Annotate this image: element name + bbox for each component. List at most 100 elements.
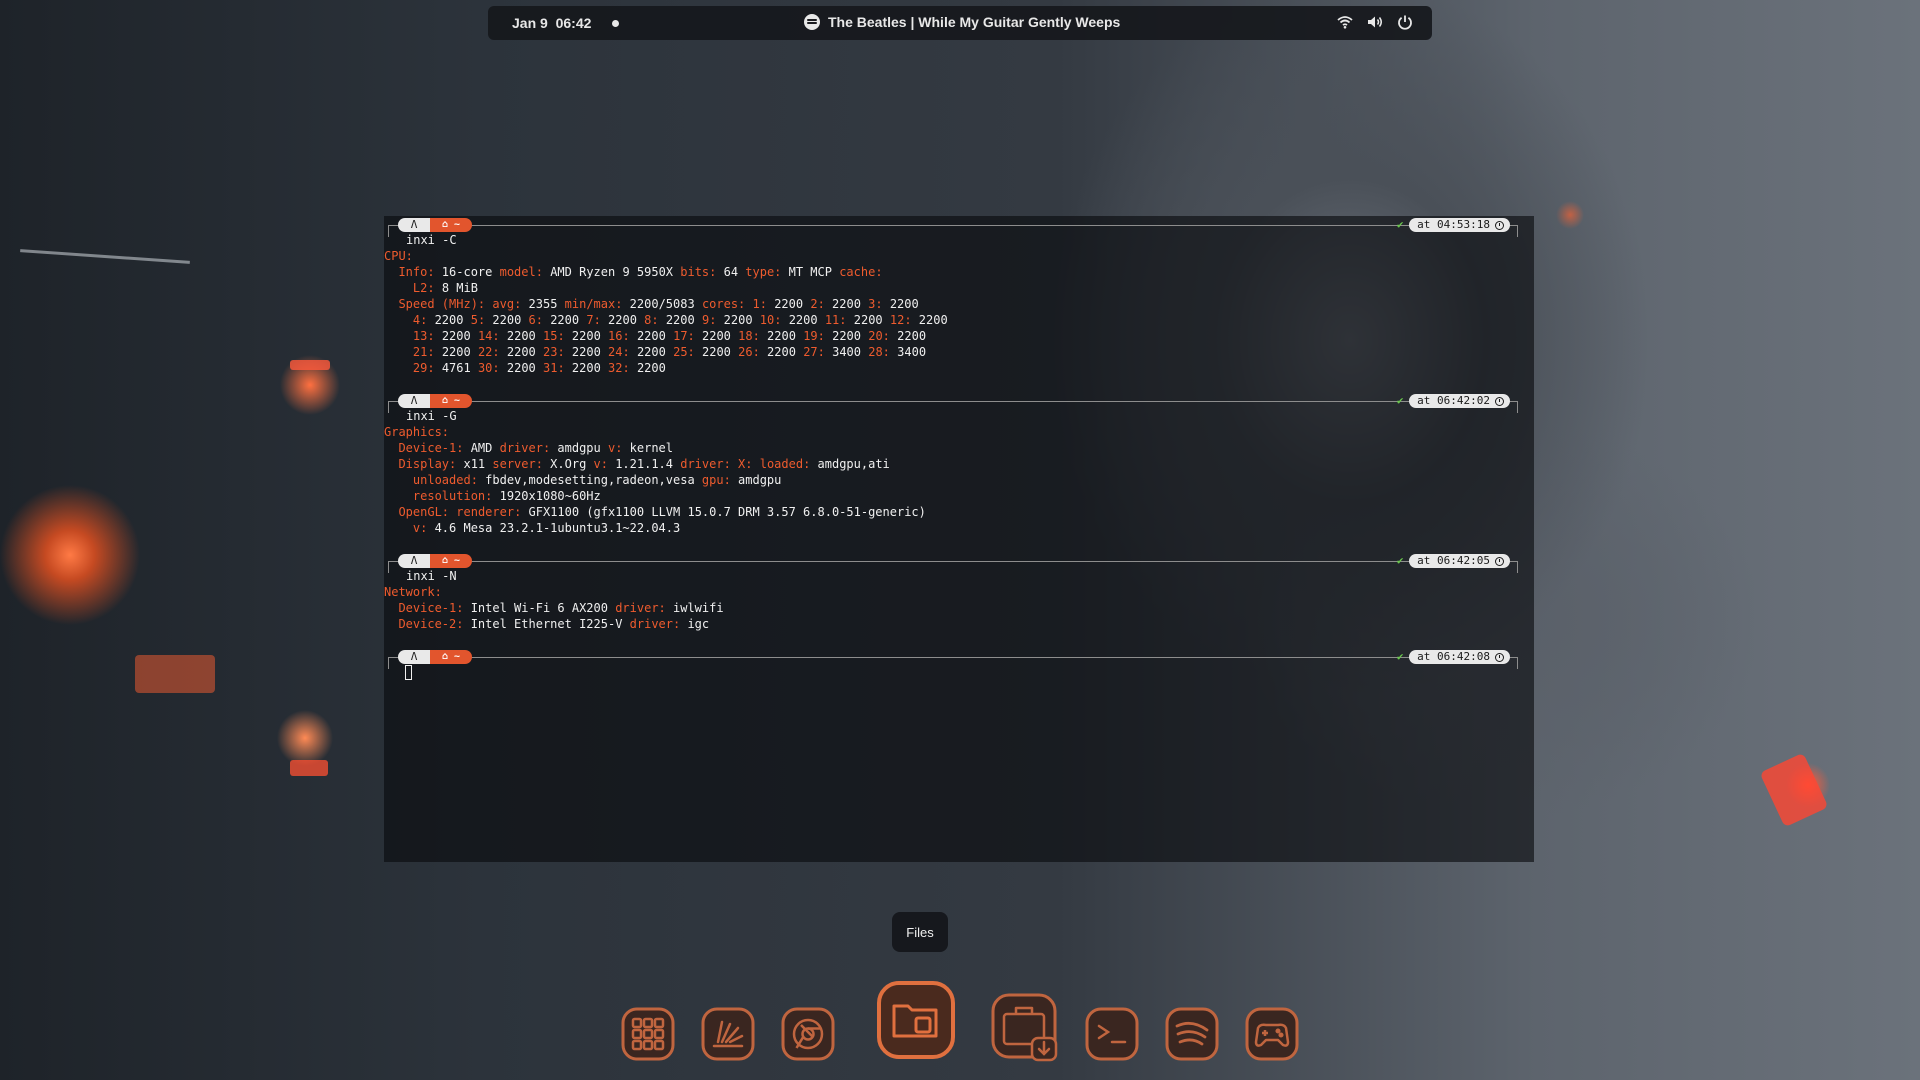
output-value: X.Org bbox=[542, 457, 594, 471]
command-time: at 06:42:05 bbox=[1409, 554, 1510, 568]
output-value: x11 bbox=[456, 457, 493, 471]
output-line: Device-1: AMD driver: amdgpu v: kernel bbox=[384, 440, 926, 456]
output-line: v: 4.6 Mesa 23.2.1-1ubuntu3.1~22.04.3 bbox=[384, 520, 926, 536]
output-value: 2200 bbox=[759, 329, 804, 343]
output-value bbox=[384, 441, 398, 455]
output-value bbox=[731, 457, 738, 471]
command-block: Λ ⌂ ~ ✔ at 06:42:08 bbox=[384, 648, 1534, 708]
prompt-dir: ~ bbox=[454, 651, 461, 662]
output-key: v: bbox=[607, 441, 623, 455]
home-icon: ⌂ ~ bbox=[430, 218, 472, 232]
volume-icon[interactable] bbox=[1366, 13, 1384, 31]
clock-icon bbox=[1495, 556, 1504, 566]
linux-icon: Λ bbox=[398, 554, 430, 568]
power-icon[interactable] bbox=[1396, 13, 1414, 31]
wifi-icon[interactable] bbox=[1336, 13, 1354, 31]
output-value: 16-core bbox=[434, 265, 500, 279]
status-segment: ✔ at 04:53:18 bbox=[1391, 218, 1510, 232]
output-key: server: bbox=[492, 457, 543, 471]
output-line: Info: 16-core model: AMD Ryzen 9 5950X b… bbox=[384, 264, 948, 280]
clock-icon bbox=[1495, 396, 1504, 406]
output-key: Display: bbox=[398, 457, 457, 471]
output-key: 19: bbox=[803, 329, 825, 343]
dock-spotify[interactable] bbox=[1164, 1006, 1220, 1062]
status-segment: ✔ at 06:42:08 bbox=[1391, 650, 1510, 664]
output-key: 10: bbox=[759, 313, 782, 327]
now-playing-label: The Beatles | While My Guitar Gently Wee… bbox=[828, 14, 1121, 30]
command-text: inxi -N bbox=[406, 569, 457, 583]
output-value bbox=[753, 457, 760, 471]
date-label: Jan 9 bbox=[512, 15, 548, 31]
output-line: Device-1: Intel Wi-Fi 6 AX200 driver: iw… bbox=[384, 600, 723, 616]
prompt-segment: Λ ⌂ ~ bbox=[398, 218, 472, 232]
dock-system-tool[interactable] bbox=[700, 1006, 756, 1062]
store-icon bbox=[991, 993, 1058, 1062]
command-output: CPU: Info: 16-core model: AMD Ryzen 9 59… bbox=[384, 248, 948, 376]
output-key: 28: bbox=[868, 345, 890, 359]
terminal-window[interactable]: Λ ⌂ ~ ✔ at 04:53:18 inxi -C CPU: Info: 16-cor… bbox=[384, 216, 1534, 862]
output-value: AMD Ryzen 9 5950X bbox=[542, 265, 681, 279]
dock-chrome[interactable] bbox=[780, 1006, 836, 1062]
dock-tooltip: Files bbox=[892, 912, 948, 952]
output-key: renderer: bbox=[456, 505, 522, 519]
terminal-icon bbox=[1085, 1007, 1139, 1061]
clock[interactable]: Jan 9 06:42 bbox=[512, 15, 591, 31]
output-value: 2200 bbox=[499, 329, 543, 343]
output-value: amdgpu bbox=[730, 473, 782, 487]
output-value: 1.21.1.4 bbox=[607, 457, 681, 471]
output-key: Device-1: bbox=[398, 441, 464, 455]
output-key: 13: bbox=[412, 329, 435, 343]
output-key: 8: bbox=[644, 313, 659, 327]
output-value: GFX1100 (gfx1100 LLVM 15.0.7 DRM 3.57 6.… bbox=[521, 505, 926, 519]
linux-icon: Λ bbox=[398, 218, 430, 232]
output-key: Info: bbox=[398, 265, 435, 279]
prompt-frame bbox=[1517, 657, 1518, 669]
output-value bbox=[384, 473, 413, 487]
output-key: unloaded: bbox=[412, 473, 478, 487]
dock-software[interactable] bbox=[990, 992, 1062, 1064]
text-cursor[interactable] bbox=[405, 665, 412, 680]
output-value bbox=[384, 265, 398, 279]
command-time-label: at 06:42:05 bbox=[1417, 554, 1490, 567]
command-block: Λ ⌂ ~ ✔ at 06:42:05 inxi -N Network: Device-1… bbox=[384, 552, 1534, 648]
prompt-frame bbox=[1517, 561, 1518, 573]
prompt-frame bbox=[1517, 225, 1518, 237]
output-key: 24: bbox=[608, 345, 630, 359]
output-key: bits: bbox=[680, 265, 717, 279]
output-key: 30: bbox=[477, 361, 500, 375]
wallpaper-hud-line bbox=[290, 760, 328, 776]
output-value: 2200/5083 bbox=[622, 297, 702, 311]
output-key: X: bbox=[738, 457, 753, 471]
dock-files[interactable] bbox=[876, 980, 956, 1060]
home-icon: ⌂ ~ bbox=[430, 394, 472, 408]
prompt-dir: ~ bbox=[454, 219, 461, 230]
now-playing[interactable]: The Beatles | While My Guitar Gently Wee… bbox=[804, 14, 1120, 30]
prompt-segment: Λ ⌂ ~ bbox=[398, 554, 472, 568]
check-icon: ✔ bbox=[1396, 650, 1404, 663]
output-key: Speed (MHz): bbox=[398, 297, 486, 311]
output-key: 4: bbox=[412, 313, 428, 327]
prompt-segment: Λ ⌂ ~ bbox=[398, 394, 472, 408]
output-value: 2200 bbox=[629, 361, 666, 375]
system-tray[interactable] bbox=[1336, 13, 1414, 31]
output-key: 18: bbox=[738, 329, 760, 343]
output-value: 3400 bbox=[889, 345, 927, 359]
home-icon: ⌂ ~ bbox=[430, 554, 472, 568]
output-key: 6: bbox=[528, 313, 543, 327]
dock-games[interactable] bbox=[1244, 1006, 1300, 1062]
output-value: 2200 bbox=[629, 329, 674, 343]
command-time-label: at 06:42:02 bbox=[1417, 394, 1490, 407]
output-value: 4.6 Mesa 23.2.1-1ubuntu3.1~22.04.3 bbox=[427, 521, 681, 535]
output-value: Intel Ethernet I225-V bbox=[463, 617, 630, 631]
command-output: Network: Device-1: Intel Wi-Fi 6 AX200 d… bbox=[384, 584, 724, 632]
output-value bbox=[384, 457, 398, 471]
dock-terminal[interactable] bbox=[1084, 1006, 1140, 1062]
dock-app-grid[interactable] bbox=[620, 1006, 676, 1062]
output-key: 9: bbox=[701, 313, 717, 327]
output-key: 3: bbox=[868, 297, 883, 311]
prompt-frame bbox=[1517, 401, 1518, 413]
output-key: driver: bbox=[629, 617, 681, 631]
output-key: resolution: bbox=[412, 489, 493, 503]
command-time-label: at 06:42:08 bbox=[1417, 650, 1490, 663]
output-value bbox=[384, 345, 413, 359]
